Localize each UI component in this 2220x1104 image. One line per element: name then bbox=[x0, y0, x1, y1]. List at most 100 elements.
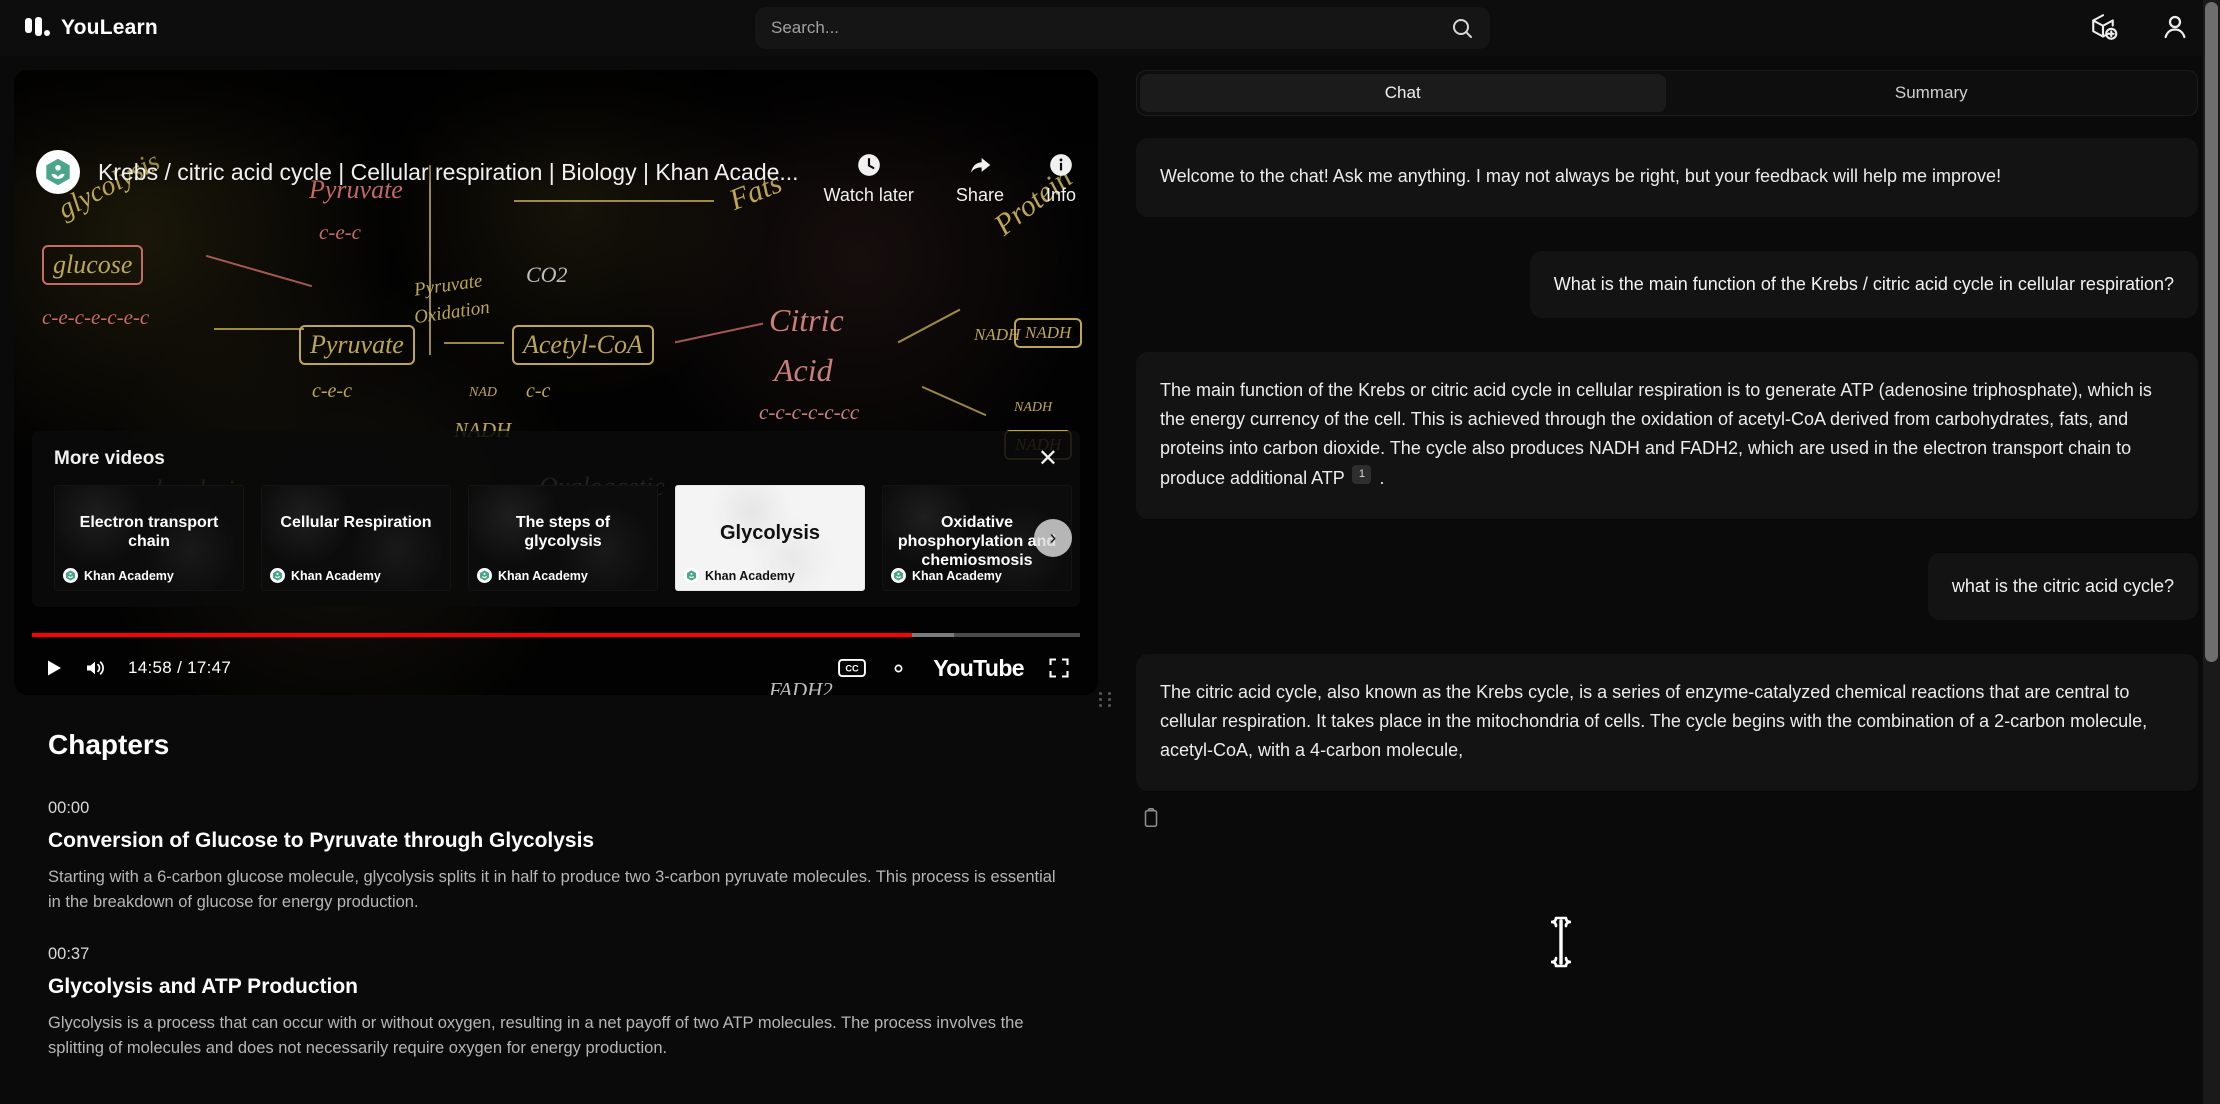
panel-tabs: Chat Summary bbox=[1136, 70, 2198, 116]
more-video-card[interactable]: Electron transport chain Khan Academy bbox=[54, 485, 244, 591]
more-video-card[interactable]: Glycolysis Khan Academy bbox=[675, 485, 865, 591]
chapter-title: Glycolysis and ATP Production bbox=[48, 975, 359, 999]
more-video-title: Cellular Respiration bbox=[280, 514, 432, 531]
chapter-item[interactable]: 00:37 Glycolysis and ATP Production Glyc… bbox=[48, 945, 1064, 1061]
info-button[interactable]: Info bbox=[1046, 152, 1076, 206]
youtube-label: YouTube bbox=[933, 654, 1024, 681]
user-message-row: What is the main function of the Krebs /… bbox=[1136, 251, 2198, 319]
assistant-message: The main function of the Krebs or citric… bbox=[1136, 352, 2198, 519]
play-icon[interactable] bbox=[32, 647, 74, 689]
khan-academy-logo-icon bbox=[684, 568, 699, 583]
share-arrow-icon bbox=[970, 157, 991, 173]
scrollbar-thumb[interactable] bbox=[2205, 2, 2218, 662]
more-video-channel: Khan Academy bbox=[684, 568, 795, 583]
progress-played bbox=[32, 633, 913, 637]
assistant-message: The citric acid cycle, also known as the… bbox=[1136, 653, 2198, 792]
message-text: what is the citric acid cycle? bbox=[1951, 575, 2174, 596]
chapter-description: Starting with a 6-carbon glucose molecul… bbox=[48, 868, 1056, 912]
gear-icon[interactable] bbox=[877, 647, 919, 689]
video-title[interactable]: Krebs / citric acid cycle | Cellular res… bbox=[98, 159, 799, 186]
more-videos-rail: Electron transport chain Khan Academy Ce… bbox=[54, 485, 1072, 591]
fullscreen-icon[interactable] bbox=[1038, 647, 1080, 689]
channel-name: Khan Academy bbox=[84, 568, 174, 583]
more-videos-overlay: More videos ✕ Electron transport chain K… bbox=[32, 431, 1080, 607]
message-text-tail: . bbox=[1379, 467, 1385, 488]
more-videos-title: More videos bbox=[54, 448, 165, 469]
youlearn-logo-icon bbox=[24, 15, 50, 41]
khan-academy-logo-icon bbox=[891, 568, 906, 583]
chapter-item[interactable]: 00:00 Conversion of Glucose to Pyruvate … bbox=[48, 799, 1064, 915]
more-video-card[interactable]: The steps of glycolysis Khan Academy bbox=[468, 485, 658, 591]
panel-resize-handle[interactable] bbox=[1099, 688, 1113, 710]
search-bar[interactable] bbox=[755, 7, 1490, 49]
message-text: What is the main function of the Krebs /… bbox=[1553, 274, 2174, 295]
svg-text:CC: CC bbox=[846, 664, 860, 674]
more-video-title: Glycolysis bbox=[719, 522, 821, 544]
video-and-chapters-panel: glycolysis glucose c-e-c-e-c-e-c Pyruvat… bbox=[14, 70, 1098, 1100]
chapter-title: Conversion of Glucose to Pyruvate throug… bbox=[48, 829, 595, 852]
message-text: The citric acid cycle, also known as the… bbox=[1160, 681, 2148, 761]
more-video-channel: Khan Academy bbox=[477, 568, 588, 583]
youtube-logo-button[interactable]: YouTube bbox=[933, 655, 1024, 682]
khan-academy-logo-icon bbox=[477, 568, 492, 583]
clock-icon bbox=[857, 154, 880, 176]
channel-name: Khan Academy bbox=[912, 568, 1002, 583]
user-message: What is the main function of the Krebs /… bbox=[1529, 251, 2198, 319]
chapters-heading: Chapters bbox=[48, 729, 170, 760]
more-video-channel: Khan Academy bbox=[63, 568, 174, 583]
watch-later-button[interactable]: Watch later bbox=[824, 152, 914, 206]
search-input[interactable] bbox=[771, 18, 1450, 38]
more-video-channel: Khan Academy bbox=[270, 568, 381, 583]
assistant-message: Welcome to the chat! Ask me anything. I … bbox=[1136, 138, 2198, 218]
message-text: The main function of the Krebs or citric… bbox=[1160, 380, 2152, 488]
message-text: Welcome to the chat! Ask me anything. I … bbox=[1160, 166, 2002, 186]
channel-name: Khan Academy bbox=[498, 568, 588, 583]
cube-plus-icon[interactable] bbox=[2088, 12, 2118, 42]
more-videos-header: More videos ✕ bbox=[54, 447, 1062, 471]
message-actions bbox=[1140, 807, 2198, 829]
user-message: what is the citric acid cycle? bbox=[1927, 552, 2198, 620]
user-message-row: what is the citric acid cycle? bbox=[1136, 552, 2198, 620]
player-actions: Watch later Share Info bbox=[824, 152, 1076, 206]
video-time-display: 14:58 / 17:47 bbox=[128, 658, 232, 677]
share-button[interactable]: Share bbox=[956, 152, 1004, 206]
user-account-icon[interactable] bbox=[2160, 12, 2190, 42]
volume-icon[interactable] bbox=[74, 647, 116, 689]
chapter-timestamp[interactable]: 00:37 bbox=[48, 945, 1064, 964]
chevron-right-icon[interactable]: › bbox=[1034, 519, 1072, 557]
top-bar: YouLearn bbox=[0, 0, 2220, 56]
more-video-title: Electron transport chain bbox=[79, 514, 219, 550]
channel-name: Khan Academy bbox=[291, 568, 381, 583]
watch-later-label: Watch later bbox=[823, 185, 914, 205]
citation-badge[interactable]: 1 bbox=[1352, 465, 1372, 485]
player-controls: 14:58 / 17:47 CC YouTube bbox=[14, 641, 1098, 695]
more-video-channel: Khan Academy bbox=[891, 568, 1002, 583]
chapter-timestamp[interactable]: 00:00 bbox=[48, 799, 1064, 818]
more-video-title: The steps of glycolysis bbox=[515, 514, 611, 550]
tab-summary[interactable]: Summary bbox=[1669, 74, 2195, 112]
share-label: Share bbox=[955, 185, 1004, 205]
page-scrollbar[interactable] bbox=[2203, 0, 2220, 1104]
brand-logo[interactable]: YouLearn bbox=[24, 15, 158, 41]
chapter-description: Glycolysis is a process that can occur w… bbox=[48, 1014, 1024, 1058]
channel-name: Khan Academy bbox=[705, 568, 795, 583]
more-video-card[interactable]: Cellular Respiration Khan Academy bbox=[261, 485, 451, 591]
khan-academy-logo-icon bbox=[63, 568, 78, 583]
player-right-controls: CC YouTube bbox=[831, 647, 1080, 689]
khan-academy-logo-icon[interactable] bbox=[36, 150, 80, 194]
chat-panel: Chat Summary Welcome to the chat! Ask me… bbox=[1136, 70, 2198, 1100]
info-circle-icon bbox=[1050, 154, 1072, 176]
close-icon[interactable]: ✕ bbox=[1038, 447, 1062, 471]
info-label: Info bbox=[1045, 185, 1076, 205]
tab-chat[interactable]: Chat bbox=[1140, 74, 1666, 112]
khan-academy-logo-icon bbox=[270, 568, 285, 583]
captions-button[interactable]: CC bbox=[831, 647, 873, 689]
brand-name: YouLearn bbox=[61, 16, 158, 39]
chat-message-list: Welcome to the chat! Ask me anything. I … bbox=[1136, 138, 2198, 829]
video-player[interactable]: glycolysis glucose c-e-c-e-c-e-c Pyruvat… bbox=[14, 70, 1098, 695]
video-progress-bar[interactable] bbox=[32, 633, 1080, 637]
chapters-section: Chapters 00:00 Conversion of Glucose to … bbox=[14, 695, 1098, 1061]
search-icon[interactable] bbox=[1450, 16, 1474, 40]
top-actions bbox=[2088, 12, 2190, 42]
copy-icon[interactable] bbox=[1140, 807, 1162, 829]
